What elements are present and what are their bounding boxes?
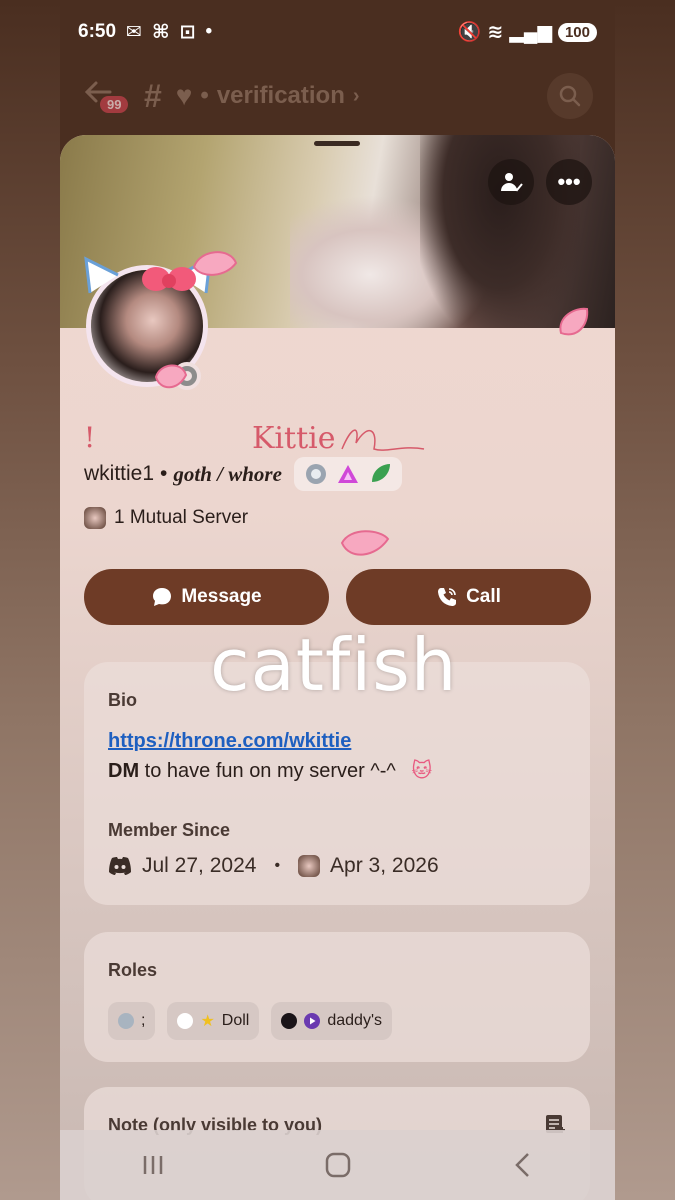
member-since-title: Member Since xyxy=(108,820,231,840)
message-label: Message xyxy=(181,586,262,607)
roles-card: Roles ; ★ Doll daddy's xyxy=(84,932,590,1062)
unread-badge: 99 xyxy=(100,96,129,113)
mute-icon: 🔇 xyxy=(457,22,482,43)
back-button[interactable]: 99 xyxy=(82,76,132,116)
screenshot-icon: ⊡ xyxy=(179,21,196,43)
drag-handle[interactable] xyxy=(314,141,360,146)
add-friend-icon xyxy=(501,173,523,192)
username-row: wkittie1 • goth / whore xyxy=(84,457,402,491)
leaf-badge-icon xyxy=(371,464,390,482)
role-chip[interactable]: ★ Doll xyxy=(167,1002,260,1040)
search-button[interactable] xyxy=(547,73,593,119)
bio-text-bold: DM xyxy=(108,760,140,782)
role-label: Doll xyxy=(221,1012,250,1029)
dot-icon: • xyxy=(205,21,213,42)
status-bar: 6:50 ✉ ⌘ ⊡ • 🔇 ≋ ▂▄▆ 100 xyxy=(60,0,615,64)
call-icon xyxy=(438,588,457,606)
system-nav-bar xyxy=(60,1130,615,1200)
search-icon xyxy=(559,85,581,107)
member-since-row: Jul 27, 2024 • Apr 3, 2026 xyxy=(108,854,439,878)
petal-decoration xyxy=(192,251,238,276)
pronouns-tag: goth / whore xyxy=(173,461,282,486)
role-chip[interactable]: daddy's xyxy=(271,1002,393,1040)
overlay-caption: catfish xyxy=(210,623,458,707)
signal-icon: ▂▄▆ xyxy=(509,21,552,43)
server-icon xyxy=(298,855,321,877)
role-label: daddy's xyxy=(327,1012,383,1029)
chevron-right-icon: › xyxy=(352,84,360,107)
wifi-icon: ≋ xyxy=(487,21,504,43)
bio-text-rest: to have fun on my server ^-^ xyxy=(139,760,396,782)
add-friend-button[interactable] xyxy=(488,159,534,205)
petal-decoration xyxy=(559,307,589,336)
separator-dot: • xyxy=(200,82,209,109)
game-icon: ⌘ xyxy=(151,21,170,43)
message-button[interactable]: Message xyxy=(84,569,329,625)
back-nav-icon[interactable] xyxy=(508,1150,538,1180)
home-icon[interactable] xyxy=(323,1150,353,1180)
heart-icon: ♥ xyxy=(175,80,193,111)
channel-header: 99 # ♥ • verification › xyxy=(60,64,615,128)
status-time: 6:50 xyxy=(78,21,117,42)
separator: • xyxy=(160,462,168,485)
display-name: Kittie xyxy=(252,421,336,456)
star-icon: ★ xyxy=(200,1013,215,1030)
channel-name[interactable]: verification xyxy=(217,82,345,110)
battery-indicator: 100 xyxy=(557,22,597,42)
badges-group[interactable] xyxy=(293,457,402,491)
recent-apps-icon[interactable] xyxy=(138,1150,168,1180)
hello-kitty-emoji-icon: 🐱 xyxy=(411,760,433,782)
role-color-dot xyxy=(118,1013,134,1029)
message-icon xyxy=(153,588,172,606)
role-chip[interactable]: ; xyxy=(108,1002,156,1040)
mutual-servers[interactable]: 1 Mutual Server xyxy=(84,507,248,529)
mail-icon: ✉ xyxy=(126,21,142,43)
mutual-servers-label: 1 Mutual Server xyxy=(114,507,249,528)
server-icon xyxy=(84,507,106,529)
play-icon xyxy=(304,1013,321,1029)
more-icon: ••• xyxy=(557,169,581,194)
call-label: Call xyxy=(466,586,501,607)
hash-icon: # xyxy=(144,77,162,114)
discord-icon xyxy=(109,857,131,875)
display-name-prefix: ! xyxy=(84,421,96,454)
bio-link[interactable]: https://throne.com/wkittie xyxy=(108,730,351,753)
call-button[interactable]: Call xyxy=(346,569,591,625)
hypesquad-badge-icon xyxy=(305,464,326,484)
server-join-date: Apr 3, 2026 xyxy=(330,854,439,877)
username[interactable]: wkittie1 xyxy=(84,462,154,486)
nitro-triangle-icon xyxy=(337,465,358,483)
role-label: ; xyxy=(141,1012,146,1029)
petal-decoration xyxy=(340,530,390,556)
flourish-icon xyxy=(341,429,425,451)
display-name-row: ! Kittie xyxy=(84,417,594,457)
separator: • xyxy=(274,857,281,874)
roles-list: ; ★ Doll daddy's xyxy=(108,1002,393,1040)
discord-join-date: Jul 27, 2024 xyxy=(142,854,257,877)
roles-title: Roles xyxy=(108,960,158,980)
bio-text: DM to have fun on my server ^-^ 🐱 xyxy=(108,758,432,783)
more-options-button[interactable]: ••• xyxy=(546,159,592,205)
phone-screen: 6:50 ✉ ⌘ ⊡ • 🔇 ≋ ▂▄▆ 100 99 # ♥ • verifi… xyxy=(60,0,615,1200)
petal-decoration xyxy=(154,364,188,389)
role-color-dot xyxy=(177,1013,194,1029)
bio-title: Bio xyxy=(108,690,137,710)
profile-sheet: ••• ! Kittie wkittie1 • goth / whore 1 M… xyxy=(60,135,615,1200)
role-color-dot xyxy=(281,1013,298,1029)
